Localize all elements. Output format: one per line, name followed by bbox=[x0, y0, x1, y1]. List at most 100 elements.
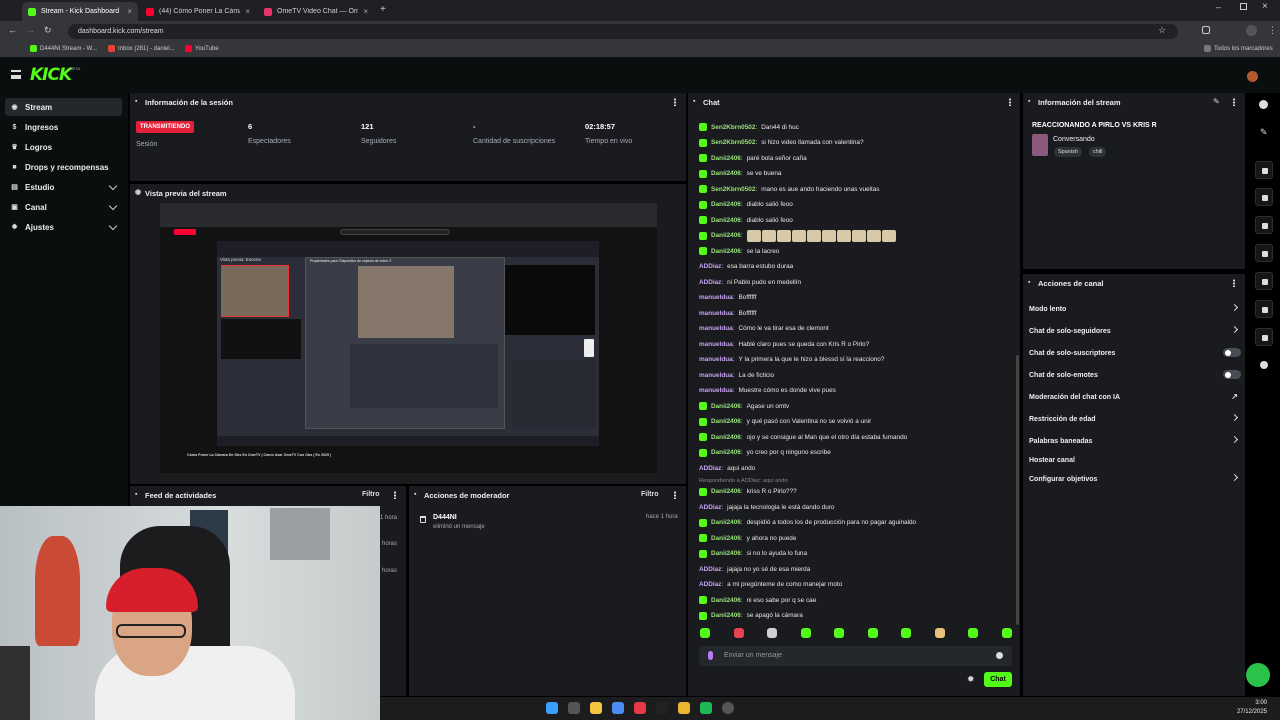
all-bookmarks[interactable]: Todos los marcadores bbox=[1204, 45, 1273, 52]
chat-username[interactable]: Danii2406 bbox=[711, 434, 741, 441]
support-chat-button[interactable] bbox=[1246, 663, 1270, 687]
search-icon[interactable] bbox=[568, 702, 580, 714]
chat-message[interactable]: Danii2406: si no lo ayuda lo funa bbox=[699, 548, 807, 560]
forward-icon[interactable]: → bbox=[26, 25, 35, 35]
app-icon[interactable] bbox=[634, 702, 646, 714]
chat-username[interactable]: ADDiaz bbox=[699, 465, 721, 472]
chat-username[interactable]: Danii2406 bbox=[711, 248, 741, 255]
obs-icon[interactable] bbox=[722, 702, 734, 714]
chat-username[interactable]: Danii2406 bbox=[711, 612, 741, 619]
chat-username[interactable]: Danii2406 bbox=[711, 170, 741, 177]
chat-message[interactable]: ADDiaz: esa barra estubo duraa bbox=[699, 261, 793, 273]
close-window-icon[interactable]: × bbox=[1262, 1, 1268, 12]
chat-username[interactable]: manueldua bbox=[699, 310, 733, 317]
chat-username[interactable]: Danii2406 bbox=[711, 418, 741, 425]
sidebar-item-ingresos[interactable]: $ Ingresos bbox=[5, 118, 122, 136]
close-tab-icon[interactable]: × bbox=[245, 7, 250, 16]
chat-message[interactable]: Danii2406: diablo salió feoo bbox=[699, 214, 793, 226]
chat-message[interactable]: Danii2406: despidió a todos los de produc… bbox=[699, 517, 916, 529]
chat-message[interactable]: Danii2406: ojo y se consigue al Man que e… bbox=[699, 431, 907, 443]
more-options-icon[interactable] bbox=[1009, 98, 1011, 106]
url-field[interactable]: dashboard.kick.com/stream bbox=[68, 24, 1178, 39]
chat-send-button[interactable]: Chat bbox=[984, 672, 1012, 687]
action-emotes-only[interactable]: Chat de solo-emotes bbox=[1029, 368, 1241, 382]
chat-username[interactable]: ADDiaz bbox=[699, 566, 721, 573]
chat-username[interactable]: Sen2Kbrn0502 bbox=[711, 124, 755, 131]
emote-button[interactable] bbox=[700, 628, 710, 638]
filter-button[interactable]: Filtro bbox=[641, 491, 659, 498]
chat-username[interactable]: ADDiaz bbox=[699, 504, 721, 511]
spotify-icon[interactable] bbox=[700, 702, 712, 714]
chat-message[interactable]: Danii2406: y ahora no puede bbox=[699, 532, 796, 544]
chat-message[interactable]: manueldua: Muestre cómo es donde vive pue… bbox=[699, 385, 836, 397]
chat-message[interactable]: Danii2406: se la lacreo bbox=[699, 245, 779, 257]
chat-message[interactable]: Danii2406: bbox=[699, 229, 896, 242]
emote-button[interactable] bbox=[867, 628, 878, 638]
action-followers-only[interactable]: Chat de solo-seguidores bbox=[1029, 324, 1241, 338]
chat-username[interactable]: Danii2406 bbox=[711, 232, 741, 239]
chat-username[interactable]: manueldua bbox=[699, 325, 733, 332]
chat-username[interactable]: manueldua bbox=[699, 356, 733, 363]
action-age-restriction[interactable]: Restricción de edad bbox=[1029, 412, 1241, 426]
sidebar-item-canal[interactable]: ▣ Canal bbox=[5, 198, 122, 216]
rail-button[interactable] bbox=[1255, 161, 1273, 179]
chat-username[interactable]: Danii2406 bbox=[711, 550, 741, 557]
more-options-icon[interactable] bbox=[674, 491, 676, 499]
chat-username[interactable]: Danii2406 bbox=[711, 519, 741, 526]
chat-message[interactable]: manueldua: Boffffff bbox=[699, 307, 756, 319]
emote-button[interactable] bbox=[733, 628, 744, 638]
chat-username[interactable]: ADDiaz bbox=[699, 581, 721, 588]
more-options-icon[interactable] bbox=[1233, 98, 1235, 106]
sidebar-item-logros[interactable]: ♛ Logros bbox=[5, 138, 122, 156]
tag-chip[interactable]: chill bbox=[1089, 147, 1107, 157]
bookmark-item[interactable]: Inbox (281) - daniel... bbox=[108, 45, 175, 52]
tag-chip[interactable]: Spanish bbox=[1054, 147, 1082, 157]
chat-username[interactable]: manueldua bbox=[699, 372, 733, 379]
chat-username[interactable]: Sen2Kbrn0502 bbox=[711, 139, 755, 146]
emotes-only-toggle[interactable] bbox=[1223, 370, 1241, 379]
chat-username[interactable]: manueldua bbox=[699, 341, 733, 348]
chat-message[interactable]: Danii2406: y qué pasó con Valentina no se… bbox=[699, 416, 871, 428]
sidebar-item-ajustes[interactable]: ✹ Ajustes bbox=[5, 218, 122, 236]
chat-username[interactable]: Sen2Kbrn0502 bbox=[711, 186, 755, 193]
chat-username[interactable]: Danii2406 bbox=[711, 217, 741, 224]
bookmark-star-icon[interactable]: ☆ bbox=[1158, 25, 1166, 36]
chat-message[interactable]: Danii2406: diablo salió feoo bbox=[699, 199, 793, 211]
rail-button[interactable] bbox=[1255, 300, 1273, 318]
action-goals[interactable]: Configurar objetivos bbox=[1029, 472, 1241, 486]
avatar[interactable] bbox=[1247, 71, 1258, 82]
chat-message[interactable]: ADDiaz: ni Pablo pudo en medellín bbox=[699, 276, 801, 288]
chat-message[interactable]: manueldua: Y la primera la que le hizo a … bbox=[699, 354, 884, 366]
chat-message[interactable]: manueldua: La de ficticio bbox=[699, 369, 774, 381]
chat-username[interactable]: Danii2406 bbox=[711, 155, 741, 162]
bookmark-item[interactable]: D444NI Stream - W... bbox=[30, 45, 97, 52]
action-subs-only[interactable]: Chat de solo-suscriptores bbox=[1029, 346, 1241, 360]
chat-username[interactable]: manueldua bbox=[699, 294, 733, 301]
rail-button[interactable] bbox=[1255, 216, 1273, 234]
windows-start-icon[interactable] bbox=[546, 702, 558, 714]
chat-message[interactable]: Sen2Kbrn0502: mano es aue ando haciendo u… bbox=[699, 183, 880, 195]
chat-input[interactable]: Enviar un mensaje bbox=[699, 646, 1012, 666]
stream-category[interactable]: Conversando bbox=[1053, 136, 1095, 143]
extensions-icon[interactable] bbox=[1202, 26, 1210, 34]
sidebar-item-stream[interactable]: ◉ Stream bbox=[5, 98, 122, 116]
chat-username[interactable]: Danii2406 bbox=[711, 403, 741, 410]
edit-pencil-icon[interactable]: ✎ bbox=[1260, 127, 1268, 138]
chat-username[interactable]: manueldua bbox=[699, 387, 733, 394]
chat-message[interactable]: manueldua: Hablé claro pues se queda con … bbox=[699, 338, 869, 350]
profile-avatar[interactable] bbox=[1246, 25, 1257, 36]
emote-button[interactable] bbox=[1001, 628, 1012, 638]
close-tab-icon[interactable]: × bbox=[127, 7, 132, 16]
mod-action-user[interactable]: D444NI bbox=[433, 514, 457, 521]
chat-username[interactable]: ADDiaz bbox=[699, 263, 721, 270]
app-icon[interactable] bbox=[612, 702, 624, 714]
filter-button[interactable]: Filtro bbox=[362, 491, 380, 498]
chat-message[interactable]: ADDiaz: aqui ando bbox=[699, 462, 755, 474]
chat-message[interactable]: Danii2406: yo creo por q ninguno escribe bbox=[699, 447, 831, 459]
chat-username[interactable]: Danii2406 bbox=[711, 488, 741, 495]
mic-icon[interactable] bbox=[708, 651, 713, 660]
chat-username[interactable]: Danii2406 bbox=[711, 535, 741, 542]
action-slow-mode[interactable]: Modo lento bbox=[1029, 302, 1241, 316]
chat-message[interactable]: manueldua: Boffffff bbox=[699, 292, 756, 304]
more-options-icon[interactable] bbox=[1233, 279, 1235, 287]
